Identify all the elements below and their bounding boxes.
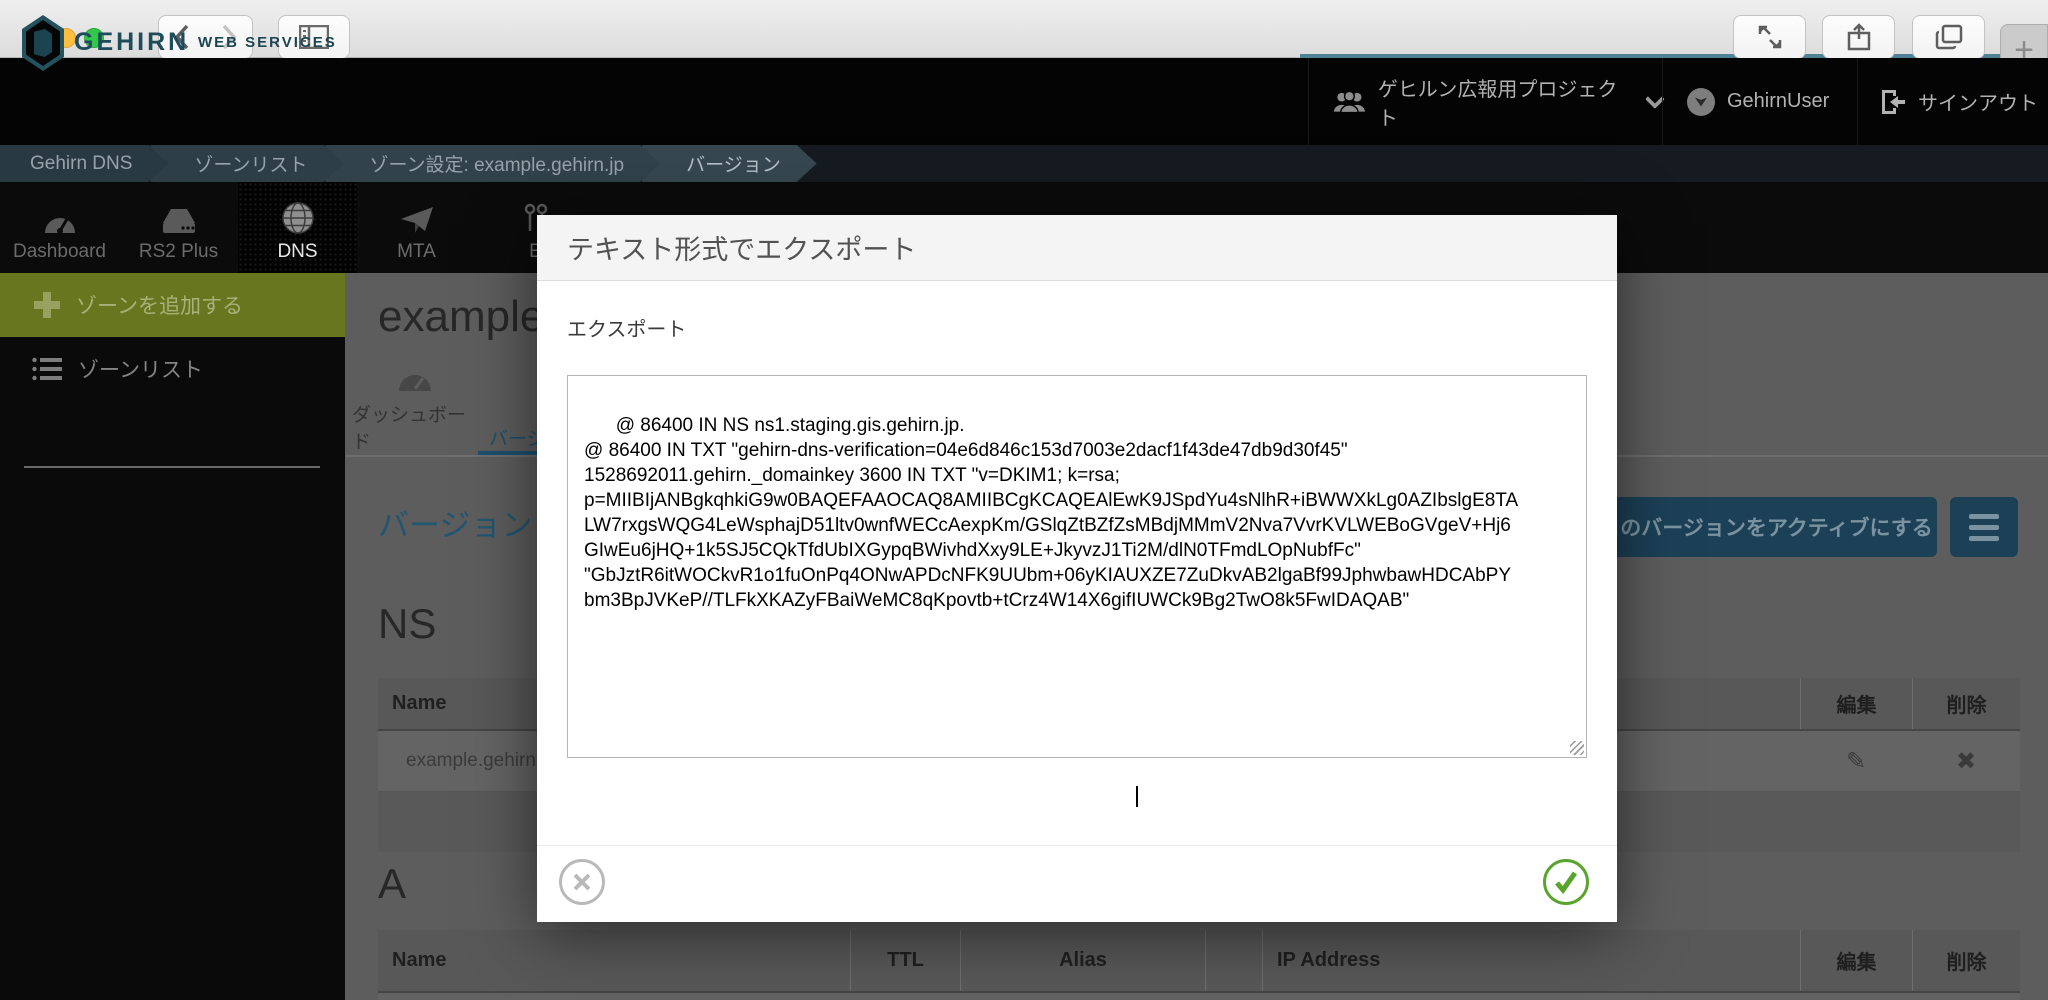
- version-section-title: バージョン: [378, 500, 532, 545]
- nav-item-label: MTA: [397, 241, 436, 263]
- brand-suffix: WEB SERVICES: [198, 34, 337, 51]
- export-label: エクスポート: [567, 313, 686, 342]
- activate-version-button[interactable]: このバージョンをアクティブにする: [1595, 497, 1937, 557]
- ns-section-heading: NS: [378, 600, 436, 648]
- edit-icon[interactable]: ✎: [1800, 731, 1912, 791]
- modal-cancel-button[interactable]: [559, 859, 605, 905]
- add-zone-label: ゾーンを追加する: [76, 290, 243, 320]
- user-name: GehirnUser: [1727, 90, 1829, 113]
- nav-item-mta[interactable]: MTA: [357, 182, 476, 273]
- a-col-name: Name: [392, 930, 446, 991]
- tabs-icon: [1935, 24, 1963, 50]
- export-modal: テキスト形式でエクスポート エクスポート @ 86400 IN NS ns1.s…: [537, 215, 1617, 922]
- ns-col-delete: 削除: [1912, 678, 2020, 729]
- fullscreen-button[interactable]: [1733, 15, 1806, 59]
- a-col-ip: IP Address: [1262, 930, 1800, 991]
- share-button[interactable]: [1822, 15, 1895, 59]
- a-col-spacer: [1205, 930, 1262, 991]
- nav-item-label: DNS: [277, 241, 317, 263]
- list-icon: [32, 357, 62, 381]
- paper-plane-icon: [399, 205, 435, 235]
- screen: + GEHIRN WEB SERVICES ゲヒルン広報用プロジェクト Gehi…: [0, 0, 2048, 1000]
- globe-icon: [281, 201, 315, 235]
- project-selector[interactable]: ゲヒルン広報用プロジェクト: [1308, 58, 1662, 145]
- group-icon: [1333, 90, 1366, 114]
- nav-item-rs2plus[interactable]: RS2 Plus: [119, 182, 238, 273]
- a-table-header: Name TTL Alias IP Address 編集 削除: [378, 930, 2020, 993]
- user-menu[interactable]: GehirnUser: [1662, 58, 1857, 145]
- a-col-alias: Alias: [960, 930, 1205, 991]
- modal-title: テキスト形式でエクスポート: [537, 215, 1617, 281]
- check-icon: [1553, 870, 1579, 894]
- breadcrumb-zone-list[interactable]: ゾーンリスト: [150, 145, 343, 182]
- brand-name: GEHIRN: [74, 28, 189, 57]
- version-menu-button[interactable]: [1950, 497, 2018, 557]
- nav-item-label: Dashboard: [13, 241, 106, 263]
- nav-item-dashboard[interactable]: Dashboard: [0, 182, 119, 273]
- server-icon: [159, 207, 199, 235]
- a-col-edit: 編集: [1800, 930, 1912, 991]
- plus-icon: [34, 292, 60, 318]
- tab-label: ダッシュボード: [352, 400, 477, 454]
- nav-item-label: RS2 Plus: [139, 241, 218, 263]
- resize-handle-icon[interactable]: [1570, 741, 1584, 755]
- a-table-row-partial: [378, 993, 2020, 1000]
- gauge-icon: [43, 207, 77, 235]
- breadcrumb-gehirn-dns[interactable]: Gehirn DNS: [0, 145, 168, 182]
- tab-dashboard[interactable]: ダッシュボード: [352, 370, 477, 454]
- export-text: @ 86400 IN NS ns1.staging.gis.gehirn.jp.…: [584, 415, 1518, 611]
- a-col-delete: 削除: [1912, 930, 2020, 991]
- export-textarea[interactable]: @ 86400 IN NS ns1.staging.gis.gehirn.jp.…: [567, 375, 1587, 758]
- zone-list-label: ゾーンリスト: [78, 354, 203, 384]
- project-name: ゲヒルン広報用プロジェクト: [1378, 73, 1629, 131]
- share-icon: [1847, 23, 1871, 51]
- modal-confirm-button[interactable]: [1543, 859, 1589, 905]
- sidebar-zone-list-item[interactable]: ゾーンリスト: [0, 337, 345, 400]
- hamburger-icon: [1969, 514, 1999, 519]
- sidebar-divider: [24, 466, 320, 468]
- user-avatar: [1687, 88, 1715, 116]
- delete-icon[interactable]: ✖: [1912, 731, 2020, 791]
- a-section-heading: A: [378, 860, 406, 908]
- text-cursor: [1136, 786, 1138, 807]
- signout-icon: [1880, 88, 1906, 116]
- ns-col-edit: 編集: [1800, 678, 1912, 729]
- gauge-icon: [397, 370, 433, 392]
- ns-row-name: example.gehirn.jp: [406, 731, 556, 791]
- fullscreen-icon: [1757, 24, 1783, 50]
- modal-footer: [537, 845, 1617, 922]
- a-col-ttl: TTL: [850, 930, 960, 991]
- close-icon: [571, 871, 593, 893]
- signout-button[interactable]: サインアウト: [1857, 58, 2048, 145]
- signout-label: サインアウト: [1918, 87, 2038, 116]
- nav-item-dns[interactable]: DNS: [238, 182, 357, 273]
- breadcrumb-version[interactable]: バージョン: [642, 145, 817, 182]
- breadcrumb: Gehirn DNS ゾーンリスト ゾーン設定: example.gehirn.…: [0, 145, 2048, 182]
- tab-overview-button[interactable]: [1912, 15, 1985, 59]
- ns-col-name: Name: [392, 678, 446, 729]
- sidebar-add-zone-button[interactable]: ゾーンを追加する: [0, 273, 345, 337]
- breadcrumb-zone-settings[interactable]: ゾーン設定: example.gehirn.jp: [325, 145, 660, 182]
